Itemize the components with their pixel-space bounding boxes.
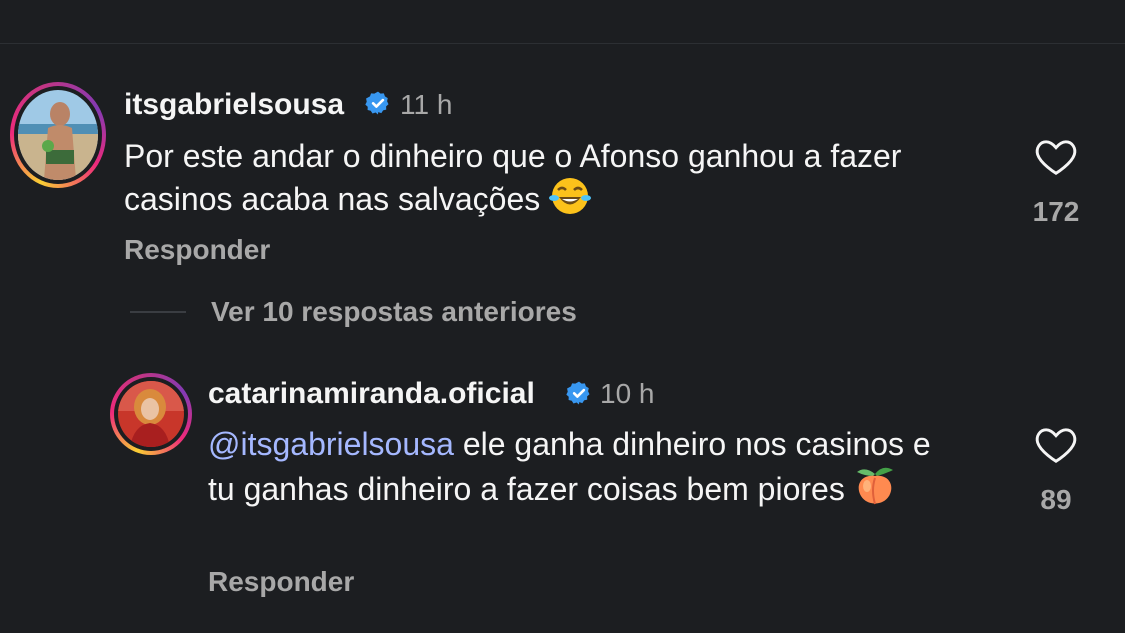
peach-emoji-icon xyxy=(853,464,897,515)
comment-time: 10 h xyxy=(600,378,655,409)
replies-divider xyxy=(130,311,186,313)
avatar-story-ring[interactable] xyxy=(110,373,192,455)
laughing-emoji-icon xyxy=(548,176,592,225)
like-count: 89 xyxy=(1040,484,1072,515)
reply-button[interactable]: Responder xyxy=(124,234,270,266)
verified-badge-icon xyxy=(566,380,592,411)
comment-text: Por este andar o dinheiro que o Afonso g… xyxy=(124,136,984,225)
avatar xyxy=(118,381,184,447)
heart-icon[interactable] xyxy=(1034,424,1078,469)
like-count: 172 xyxy=(1032,196,1080,227)
verified-badge-icon xyxy=(365,90,391,121)
top-divider xyxy=(0,43,1125,44)
view-replies-button[interactable]: Ver 10 respostas anteriores xyxy=(211,296,577,328)
comment-username[interactable]: catarinamiranda.oficial xyxy=(208,377,535,411)
avatar xyxy=(18,90,98,180)
avatar-story-ring[interactable] xyxy=(10,82,106,188)
heart-icon[interactable] xyxy=(1034,136,1078,181)
mention-link[interactable]: @itsgabrielsousa xyxy=(208,426,454,462)
comment-username[interactable]: itsgabrielsousa xyxy=(124,88,344,122)
comment-text: @itsgabrielsousa ele ganha dinheiro nos … xyxy=(208,424,938,515)
reply-button[interactable]: Responder xyxy=(208,566,354,598)
comment-time: 11 h xyxy=(400,89,453,120)
